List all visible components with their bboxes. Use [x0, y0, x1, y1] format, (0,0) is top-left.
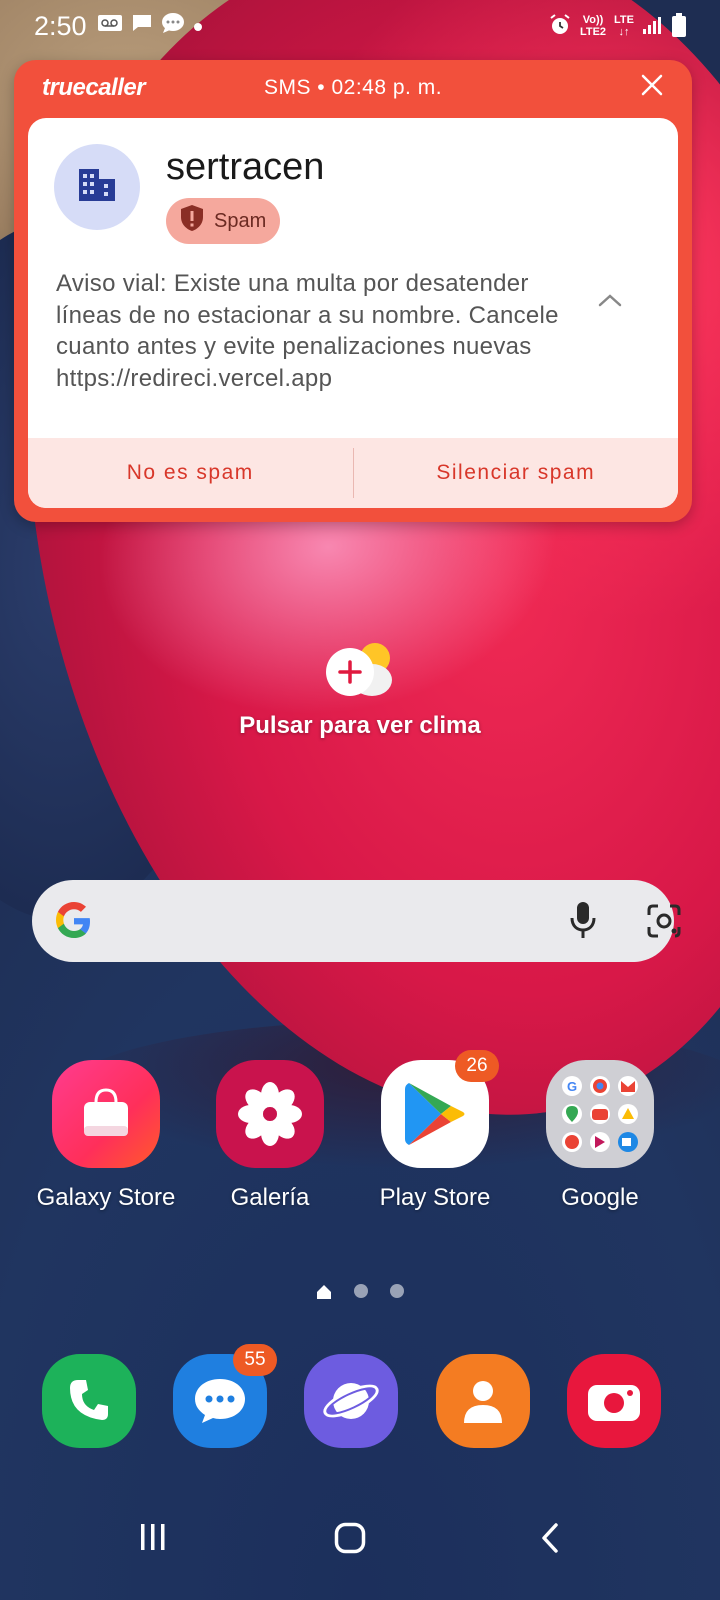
app-label: Play Store — [379, 1184, 491, 1211]
app-gallery[interactable]: Galería — [185, 1060, 355, 1212]
navigation-bar — [0, 1490, 720, 1600]
page-dot — [354, 1284, 368, 1298]
app-play-store[interactable]: 26 Play Store — [350, 1050, 520, 1212]
weather-label: Pulsar para ver clima — [239, 712, 481, 739]
building-icon — [77, 167, 117, 208]
app-label: Google — [561, 1184, 639, 1211]
camera-icon[interactable] — [567, 1354, 661, 1448]
volte-icon: Vo)) LTE2 — [580, 14, 606, 38]
app-galaxy-store[interactable]: Galaxy Store — [21, 1060, 191, 1212]
status-bar: 2:50 Vo)) LTE2 LTE ↓↑ — [0, 0, 720, 52]
chevron-up-icon[interactable] — [596, 290, 624, 310]
play-store-icon: 26 — [381, 1050, 499, 1168]
sender-name: sertracen — [166, 146, 325, 188]
back-button[interactable] — [540, 1522, 560, 1559]
volte-label: Vo)) — [582, 14, 604, 26]
app-label: Galaxy Store — [36, 1184, 176, 1211]
google-logo-icon — [54, 901, 94, 941]
google-search-bar[interactable] — [32, 880, 681, 962]
weather-add-icon — [320, 640, 400, 704]
voicemail-icon — [97, 14, 123, 38]
notification-badge: 55 — [233, 1344, 277, 1376]
notification-actions: No es spam Silenciar spam — [28, 438, 678, 508]
lte-icon: LTE ↓↑ — [614, 14, 634, 38]
battery-icon — [672, 12, 686, 40]
shield-icon — [180, 204, 204, 238]
lte2-label: LTE2 — [579, 26, 607, 38]
page-dot — [390, 1284, 404, 1298]
home-button[interactable] — [334, 1522, 366, 1559]
weather-widget[interactable]: Pulsar para ver clima — [0, 640, 720, 740]
status-time: 2:50 — [34, 10, 87, 41]
messages-icon[interactable]: 55 — [173, 1344, 277, 1448]
spam-badge-label: Spam — [214, 209, 267, 232]
lte-label: LTE — [614, 14, 634, 26]
mic-icon[interactable] — [568, 900, 598, 942]
spam-badge: Spam — [166, 198, 281, 244]
phone-icon[interactable] — [42, 1354, 136, 1448]
dot-icon — [193, 15, 203, 38]
chat-icon — [161, 12, 185, 40]
message-text: Aviso vial: Existe una multa por desaten… — [56, 270, 559, 392]
not-spam-button[interactable]: No es spam — [28, 438, 353, 508]
notification-badge: 26 — [455, 1050, 499, 1082]
page-indicator[interactable] — [0, 1284, 720, 1300]
svg-text:G: G — [567, 1079, 577, 1094]
app-google-folder[interactable]: G Google — [515, 1060, 685, 1212]
lens-icon[interactable] — [646, 903, 682, 939]
galaxy-store-icon — [52, 1060, 160, 1168]
app-label: Galería — [230, 1184, 310, 1211]
gallery-icon — [216, 1060, 324, 1168]
google-folder-icon: G — [546, 1060, 654, 1168]
notification-meta: SMS • 02:48 p. m. — [263, 76, 443, 99]
notification-header: truecaller SMS • 02:48 p. m. — [14, 60, 692, 116]
close-icon[interactable] — [640, 73, 664, 103]
message-icon — [131, 13, 153, 39]
recents-button[interactable] — [138, 1522, 168, 1557]
notification-body: sertracen Spam Aviso vial: Existe una mu… — [28, 118, 678, 508]
signal-icon — [642, 15, 664, 38]
mute-spam-button[interactable]: Silenciar spam — [354, 438, 679, 508]
truecaller-notification[interactable]: truecaller SMS • 02:48 p. m. sertracen S… — [14, 60, 692, 522]
contacts-icon[interactable] — [436, 1354, 530, 1448]
internet-icon[interactable] — [304, 1354, 398, 1448]
home-page-icon — [316, 1284, 332, 1300]
alarm-icon — [548, 13, 572, 40]
sender-avatar — [54, 144, 140, 230]
